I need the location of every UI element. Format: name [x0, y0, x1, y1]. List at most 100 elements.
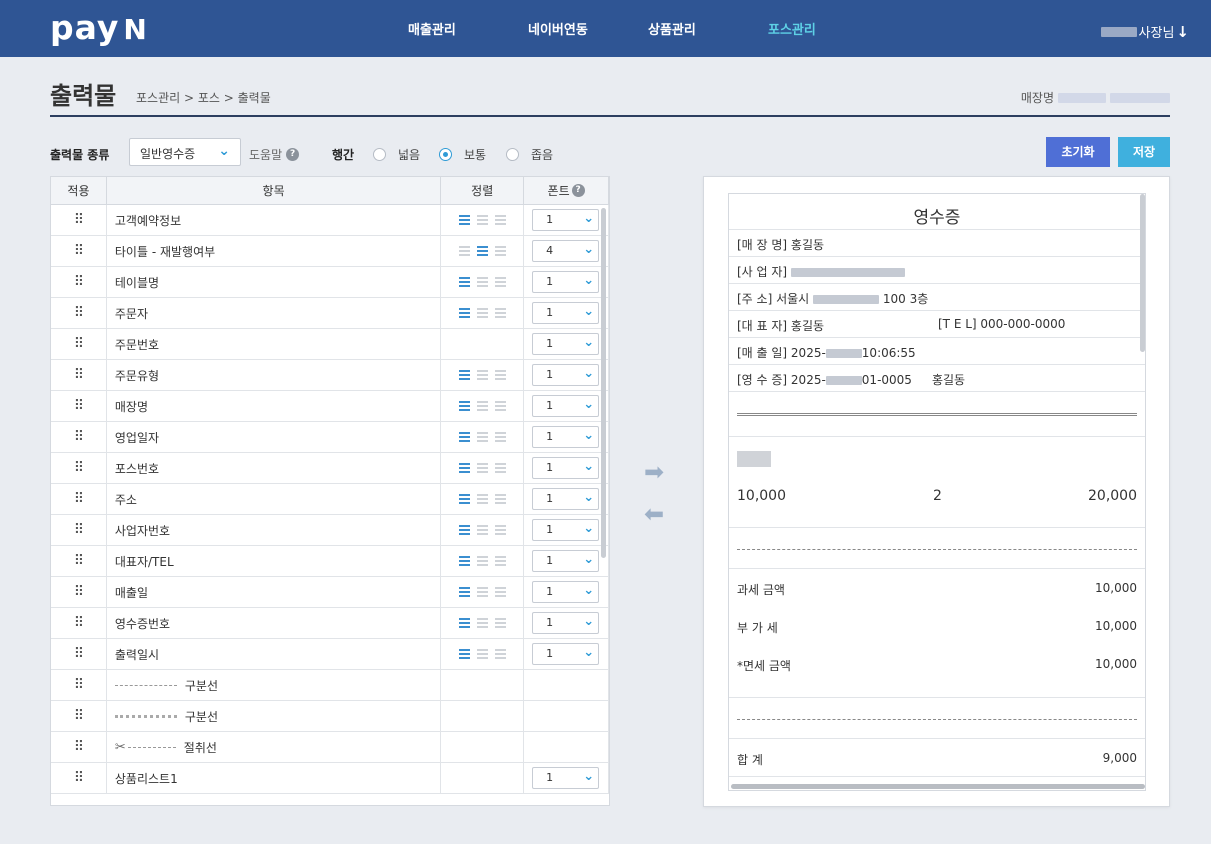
- align-left-icon[interactable]: [458, 308, 470, 318]
- table-row[interactable]: ⠿ 사업자번호 1 ⌄: [51, 515, 609, 546]
- table-row[interactable]: ⠿ ✂ 절취선: [51, 732, 609, 763]
- align-right-icon[interactable]: [494, 525, 506, 535]
- spacing-wide[interactable]: 넓음: [373, 146, 420, 163]
- user-menu[interactable]: 사장님 ↓: [1100, 22, 1189, 41]
- table-row[interactable]: ⠿ 대표자/TEL 1 ⌄: [51, 546, 609, 577]
- align-center-icon[interactable]: [476, 308, 488, 318]
- nav-naver[interactable]: 네이버연동: [528, 19, 588, 38]
- drag-handle-icon[interactable]: ⠿: [51, 484, 107, 514]
- drag-handle-icon[interactable]: ⠿: [51, 329, 107, 359]
- drag-handle-icon[interactable]: ⠿: [51, 267, 107, 297]
- help-link[interactable]: 도움말 ?: [249, 146, 300, 163]
- drag-handle-icon[interactable]: ⠿: [51, 236, 107, 266]
- table-row[interactable]: ⠿ 구분선: [51, 670, 609, 701]
- receipt-hscrollbar[interactable]: [731, 784, 1145, 789]
- align-right-icon[interactable]: [494, 432, 506, 442]
- align-center-icon[interactable]: [476, 215, 488, 225]
- align-center-icon[interactable]: [476, 494, 488, 504]
- font-size-select[interactable]: 4 ⌄: [532, 240, 600, 262]
- font-size-select[interactable]: 1 ⌄: [532, 550, 600, 572]
- table-row[interactable]: ⠿ 영수증번호 1 ⌄: [51, 608, 609, 639]
- align-left-icon[interactable]: [458, 277, 470, 287]
- font-size-select[interactable]: 1 ⌄: [532, 767, 600, 789]
- table-row[interactable]: ⠿ 출력일시 1 ⌄: [51, 639, 609, 670]
- table-row[interactable]: ⠿ 매장명 1 ⌄: [51, 391, 609, 422]
- drag-handle-icon[interactable]: ⠿: [51, 298, 107, 328]
- type-select[interactable]: 일반영수증 ⌄: [129, 138, 241, 166]
- align-left-icon[interactable]: [458, 587, 470, 597]
- drag-handle-icon[interactable]: ⠿: [51, 515, 107, 545]
- align-right-icon[interactable]: [494, 308, 506, 318]
- align-left-icon[interactable]: [458, 215, 470, 225]
- font-size-select[interactable]: 1 ⌄: [532, 426, 600, 448]
- align-center-icon[interactable]: [476, 556, 488, 566]
- align-left-icon[interactable]: [458, 246, 470, 256]
- nav-products[interactable]: 상품관리: [648, 19, 696, 38]
- table-row[interactable]: ⠿ 포스번호 1 ⌄: [51, 453, 609, 484]
- drag-handle-icon[interactable]: ⠿: [51, 639, 107, 669]
- align-right-icon[interactable]: [494, 463, 506, 473]
- align-left-icon[interactable]: [458, 494, 470, 504]
- arrow-right-icon[interactable]: ➡: [644, 458, 664, 486]
- align-right-icon[interactable]: [494, 587, 506, 597]
- drag-handle-icon[interactable]: ⠿: [51, 577, 107, 607]
- font-size-select[interactable]: 1 ⌄: [532, 333, 600, 355]
- align-center-icon[interactable]: [476, 463, 488, 473]
- align-center-icon[interactable]: [476, 618, 488, 628]
- align-right-icon[interactable]: [494, 370, 506, 380]
- align-center-icon[interactable]: [476, 370, 488, 380]
- align-right-icon[interactable]: [494, 556, 506, 566]
- spacing-narrow[interactable]: 좁음: [506, 146, 553, 163]
- align-center-icon[interactable]: [476, 401, 488, 411]
- font-size-select[interactable]: 1 ⌄: [532, 364, 600, 386]
- align-center-icon[interactable]: [476, 649, 488, 659]
- drag-handle-icon[interactable]: ⠿: [51, 453, 107, 483]
- receipt-vscrollbar[interactable]: [1140, 194, 1145, 352]
- font-size-select[interactable]: 1 ⌄: [532, 519, 600, 541]
- table-row[interactable]: ⠿ 상품리스트1 1 ⌄: [51, 763, 609, 794]
- font-size-select[interactable]: 1 ⌄: [532, 271, 600, 293]
- align-right-icon[interactable]: [494, 494, 506, 504]
- align-left-icon[interactable]: [458, 463, 470, 473]
- table-row[interactable]: ⠿ 주소 1 ⌄: [51, 484, 609, 515]
- payn-logo[interactable]: pay N: [50, 8, 148, 47]
- drag-handle-icon[interactable]: ⠿: [51, 391, 107, 421]
- drag-handle-icon[interactable]: ⠿: [51, 360, 107, 390]
- drag-handle-icon[interactable]: ⠿: [51, 701, 107, 731]
- table-row[interactable]: ⠿ 주문자 1 ⌄: [51, 298, 609, 329]
- font-size-select[interactable]: 1 ⌄: [532, 302, 600, 324]
- table-row[interactable]: ⠿ 타이틀 - 재발행여부 4 ⌄: [51, 236, 609, 267]
- align-left-icon[interactable]: [458, 618, 470, 628]
- font-size-select[interactable]: 1 ⌄: [532, 581, 600, 603]
- font-size-select[interactable]: 1 ⌄: [532, 209, 600, 231]
- drag-handle-icon[interactable]: ⠿: [51, 670, 107, 700]
- font-size-select[interactable]: 1 ⌄: [532, 612, 600, 634]
- drag-handle-icon[interactable]: ⠿: [51, 422, 107, 452]
- font-size-select[interactable]: 1 ⌄: [532, 457, 600, 479]
- drag-handle-icon[interactable]: ⠿: [51, 205, 107, 235]
- align-right-icon[interactable]: [494, 277, 506, 287]
- drag-handle-icon[interactable]: ⠿: [51, 763, 107, 793]
- nav-sales[interactable]: 매출관리: [408, 19, 456, 38]
- drag-handle-icon[interactable]: ⠿: [51, 608, 107, 638]
- align-right-icon[interactable]: [494, 649, 506, 659]
- align-right-icon[interactable]: [494, 246, 506, 256]
- table-row[interactable]: ⠿ 주문유형 1 ⌄: [51, 360, 609, 391]
- table-row[interactable]: ⠿ 매출일 1 ⌄: [51, 577, 609, 608]
- spacing-normal[interactable]: 보통: [439, 146, 486, 163]
- reset-button[interactable]: 초기화: [1046, 137, 1110, 167]
- align-left-icon[interactable]: [458, 370, 470, 380]
- drag-handle-icon[interactable]: ⠿: [51, 546, 107, 576]
- align-left-icon[interactable]: [458, 401, 470, 411]
- align-left-icon[interactable]: [458, 556, 470, 566]
- table-row[interactable]: ⠿ 구분선: [51, 701, 609, 732]
- nav-pos[interactable]: 포스관리: [768, 19, 816, 38]
- font-size-select[interactable]: 1 ⌄: [532, 488, 600, 510]
- align-right-icon[interactable]: [494, 618, 506, 628]
- align-right-icon[interactable]: [494, 215, 506, 225]
- table-scrollbar[interactable]: [601, 208, 606, 558]
- align-left-icon[interactable]: [458, 432, 470, 442]
- table-row[interactable]: ⠿ 고객예약정보 1 ⌄: [51, 205, 609, 236]
- table-row[interactable]: ⠿ 테이블명 1 ⌄: [51, 267, 609, 298]
- drag-handle-icon[interactable]: ⠿: [51, 732, 107, 762]
